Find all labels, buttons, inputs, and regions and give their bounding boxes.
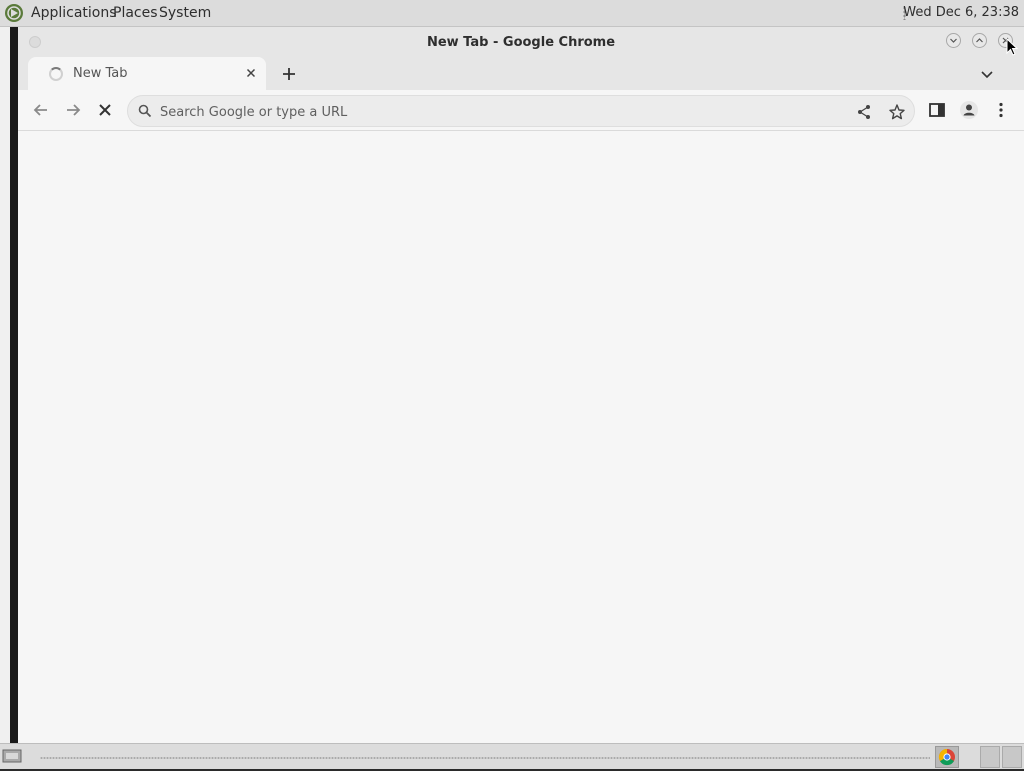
tab-label: New Tab	[73, 66, 128, 81]
bookmark-star-icon[interactable]	[888, 103, 906, 121]
browser-toolbar	[18, 90, 1024, 131]
mouse-cursor-icon	[1006, 38, 1018, 56]
workspace-1[interactable]	[935, 746, 959, 768]
show-desktop-icon[interactable]	[2, 748, 22, 764]
minimize-button[interactable]	[946, 33, 961, 48]
window-list-area[interactable]	[40, 757, 930, 759]
chrome-icon	[938, 748, 955, 766]
workspace-2[interactable]	[980, 746, 1000, 768]
menu-applications[interactable]: Applications	[31, 5, 117, 21]
stop-loading-icon[interactable]	[95, 100, 115, 120]
window-titlebar[interactable]: New Tab - Google Chrome	[18, 27, 1024, 57]
mate-logo-icon[interactable]	[4, 3, 24, 23]
tab-new-tab[interactable]: New Tab	[28, 57, 266, 90]
window-shadow	[10, 27, 18, 743]
workspace-3[interactable]	[1002, 746, 1022, 768]
kebab-menu-icon[interactable]	[991, 100, 1011, 120]
chevron-up-icon	[976, 38, 983, 43]
chevron-down-icon	[950, 38, 957, 43]
back-arrow-icon[interactable]	[31, 100, 51, 120]
profile-person-icon[interactable]	[959, 100, 979, 120]
menu-places[interactable]: Places	[113, 5, 158, 21]
bottom-panel	[0, 743, 1024, 769]
loading-spinner-icon	[49, 67, 63, 81]
window-title: New Tab - Google Chrome	[426, 35, 616, 50]
top-panel: Applications Places System Wed Dec 6, 23…	[0, 0, 1024, 27]
maximize-button[interactable]	[972, 33, 987, 48]
share-icon[interactable]	[856, 104, 872, 120]
browser-window: New Tab - Google Chrome New Tab	[18, 27, 1024, 743]
tab-search-chevron-icon[interactable]	[978, 65, 996, 83]
new-tab-plus-icon[interactable]	[280, 65, 298, 83]
menu-system[interactable]: System	[159, 5, 211, 21]
tab-close-icon[interactable]	[243, 65, 259, 81]
desktop-edge	[0, 27, 18, 743]
page-content[interactable]	[18, 131, 1024, 743]
forward-arrow-icon[interactable]	[63, 100, 83, 120]
side-panel-icon[interactable]	[927, 100, 947, 120]
tab-strip: New Tab	[18, 57, 1024, 90]
omnibox[interactable]	[127, 95, 915, 127]
search-icon	[138, 104, 152, 118]
clock[interactable]: Wed Dec 6, 23:38	[903, 5, 1019, 20]
omnibox-input[interactable]	[160, 102, 800, 122]
